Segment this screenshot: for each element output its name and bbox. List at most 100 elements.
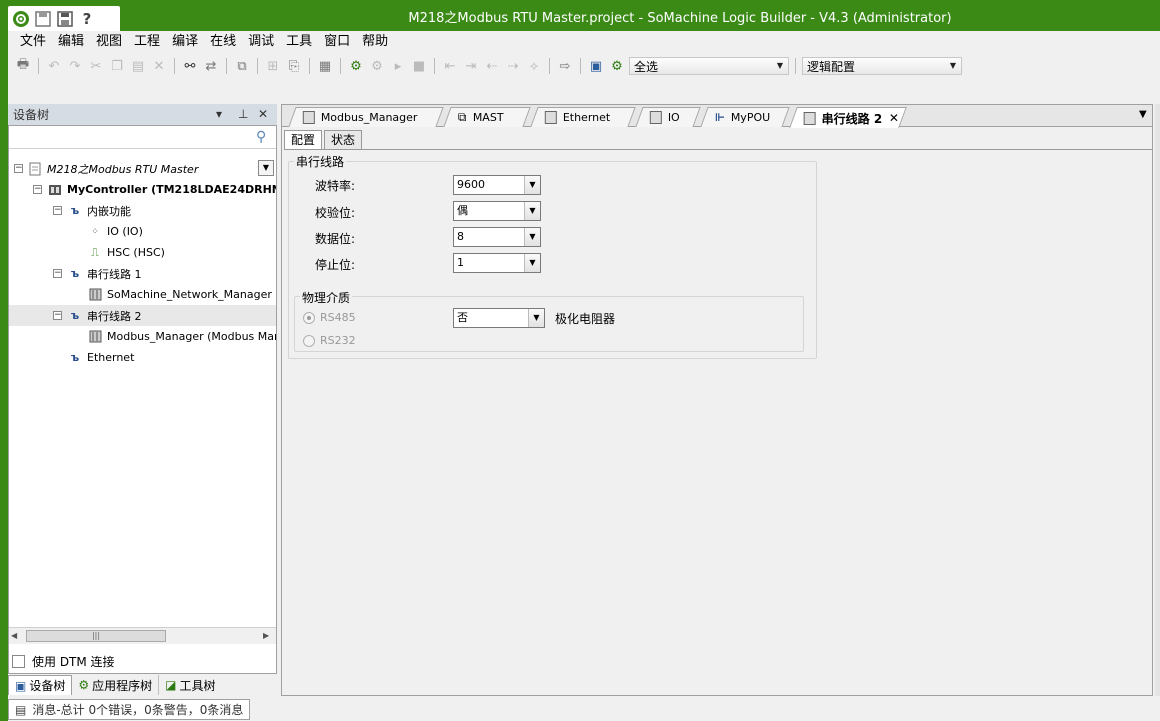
tab-config[interactable]: 配置 (284, 130, 323, 150)
breakpoint-icon[interactable]: ⟡ (525, 57, 543, 75)
step-out-icon[interactable]: ⇠ (483, 57, 501, 75)
chevron-down-icon[interactable]: ▼ (258, 160, 274, 176)
tree-node-serial-2[interactable]: − ъ 串行线路 2 (9, 305, 276, 326)
menu-build[interactable]: 编译 (166, 31, 204, 53)
run-icon[interactable]: ▸ (389, 57, 407, 75)
baud-rate-select[interactable]: 9600 ▼ (453, 175, 541, 195)
parity-select[interactable]: 偶 ▼ (453, 201, 541, 221)
collapse-icon[interactable]: − (33, 185, 42, 194)
close-icon[interactable]: ✕ (258, 107, 268, 121)
toolbar-separator (174, 58, 175, 74)
window-title: M218之Modbus RTU Master.project - SoMachi… (408, 11, 952, 26)
tab-mast[interactable]: ⧉ MAST (443, 107, 531, 127)
print-icon[interactable]: 🖶 (14, 57, 32, 75)
toolbar-separator (434, 58, 435, 74)
tree-node-embedded[interactable]: − ъ 内嵌功能 (9, 200, 131, 221)
polarization-select[interactable]: 否 ▼ (453, 308, 545, 328)
tab-io[interactable]: IO (635, 107, 701, 127)
selection-combo[interactable]: 全选 ▼ (629, 57, 789, 75)
add-object-icon[interactable]: ⎘ (285, 57, 303, 75)
paste-icon[interactable]: ▤ (129, 57, 147, 75)
copy-icon[interactable]: ❐ (108, 57, 126, 75)
tree-node-modbus-manager[interactable]: Modbus_Manager (Modbus Manag (9, 326, 276, 347)
menu-debug[interactable]: 调试 (242, 31, 280, 53)
baud-rate-label: 波特率: (315, 179, 356, 193)
device-tree-header: 设备树 ▾ ⊥ ✕ (8, 104, 277, 126)
collapse-icon[interactable]: − (53, 269, 62, 278)
login-icon[interactable]: ⚙ (347, 57, 365, 75)
search-icon[interactable]: ⚲ (256, 129, 266, 145)
step-into-icon[interactable]: ⇥ (462, 57, 480, 75)
menu-project[interactable]: 工程 (128, 31, 166, 53)
polarization-label: 极化电阻器 (555, 312, 616, 326)
menu-view[interactable]: 视图 (90, 31, 128, 53)
tab-serial-line-2[interactable]: 串行线路 2 ✕ (789, 107, 907, 128)
run-to-cursor-icon[interactable]: ⇢ (504, 57, 522, 75)
replace-icon[interactable]: ⇄ (202, 57, 220, 75)
help-icon[interactable]: ? (78, 10, 96, 28)
grid-icon[interactable]: ⊞ (264, 57, 282, 75)
use-dtm-checkbox[interactable] (12, 654, 25, 668)
logout-icon[interactable]: ⚙ (368, 57, 386, 75)
tab-label: MyPOU (730, 111, 771, 124)
tab-list-icon[interactable]: ▼ (1139, 109, 1147, 120)
hsc-icon: ⎍ (91, 245, 99, 259)
connector-icon: ъ (70, 351, 80, 364)
tree-node-project[interactable]: − M218之Modbus RTU Master ▼ (9, 158, 275, 179)
build-icon[interactable]: ▦ (316, 57, 334, 75)
tab-status[interactable]: 状态 (324, 130, 363, 150)
monitor-icon[interactable]: ▣ (587, 57, 605, 75)
tree-node-hsc[interactable]: ⎍ HSC (HSC) (9, 242, 165, 263)
tab-modbus-manager[interactable]: Modbus_Manager (288, 107, 444, 127)
data-bits-select[interactable]: 8 ▼ (453, 227, 541, 247)
tree-node-network-manager[interactable]: SoMachine_Network_Manager (So (9, 284, 276, 305)
tree-node-io[interactable]: ⁘ IO (IO) (9, 221, 143, 242)
find-icon[interactable]: ⚯ (181, 57, 199, 75)
rs232-radio[interactable]: RS232 (303, 334, 356, 347)
cut-icon[interactable]: ✂ (87, 57, 105, 75)
tab-tools-tree[interactable]: ◪ 工具树 (159, 675, 221, 695)
tab-label: 串行线路 2 (821, 111, 883, 126)
tree-node-label: HSC (HSC) (107, 246, 165, 259)
menu-online[interactable]: 在线 (204, 31, 242, 53)
device-tree-search[interactable]: ⚲ (9, 127, 276, 149)
tab-ethernet[interactable]: Ethernet (530, 107, 636, 127)
device-settings-icon[interactable]: ⚙ (608, 57, 626, 75)
redo-icon[interactable]: ↷ (66, 57, 84, 75)
scroll-thumb[interactable]: ||| (26, 630, 166, 642)
rs485-radio[interactable]: RS485 (303, 311, 356, 324)
messages-bar[interactable]: ▤ 消息-总计 0个错误，0条警告，0条消息 (8, 699, 250, 720)
gear-logo-icon[interactable] (12, 10, 30, 28)
tree-node-controller[interactable]: − MyController (TM218LDAE24DRHN) (9, 179, 276, 200)
horizontal-scrollbar[interactable]: ◀ ||| ▶ (9, 627, 276, 644)
save-icon[interactable] (56, 10, 74, 28)
close-tab-icon[interactable]: ✕ (888, 111, 898, 125)
scroll-left-icon[interactable]: ◀ (11, 631, 17, 640)
tab-application-tree[interactable]: ⚙ 应用程序树 (72, 675, 160, 695)
delete-icon[interactable]: ✕ (150, 57, 168, 75)
pin-icon[interactable]: ⊥ (238, 107, 248, 121)
menu-window[interactable]: 窗口 (318, 31, 356, 53)
controller-icon (47, 182, 63, 198)
menu-help[interactable]: 帮助 (356, 31, 394, 53)
menu-file[interactable]: 文件 (14, 31, 52, 53)
stop-bits-select[interactable]: 1 ▼ (453, 253, 541, 273)
bookmark-icon[interactable]: ⧉ (233, 57, 251, 75)
undo-icon[interactable]: ↶ (45, 57, 63, 75)
panel-menu-icon[interactable]: ▾ (216, 107, 222, 121)
menu-edit[interactable]: 编辑 (52, 31, 90, 53)
tree-node-ethernet[interactable]: ъ Ethernet (9, 347, 135, 368)
tree-node-serial-1[interactable]: − ъ 串行线路 1 (9, 263, 142, 284)
collapse-icon[interactable]: − (14, 164, 23, 173)
collapse-icon[interactable]: − (53, 311, 62, 320)
stop-icon[interactable]: ■ (410, 57, 428, 75)
scroll-right-icon[interactable]: ▶ (263, 631, 269, 640)
tab-device-tree[interactable]: ▣ 设备树 (8, 675, 73, 695)
tab-mypou[interactable]: ⊩ MyPOU (700, 107, 790, 127)
step-over-icon[interactable]: ⇤ (441, 57, 459, 75)
next-icon[interactable]: ⇨ (556, 57, 574, 75)
collapse-icon[interactable]: − (53, 206, 62, 215)
save-all-icon[interactable] (34, 10, 52, 28)
menu-tools[interactable]: 工具 (280, 31, 318, 53)
logic-config-combo[interactable]: 逻辑配置 ▼ (802, 57, 962, 75)
